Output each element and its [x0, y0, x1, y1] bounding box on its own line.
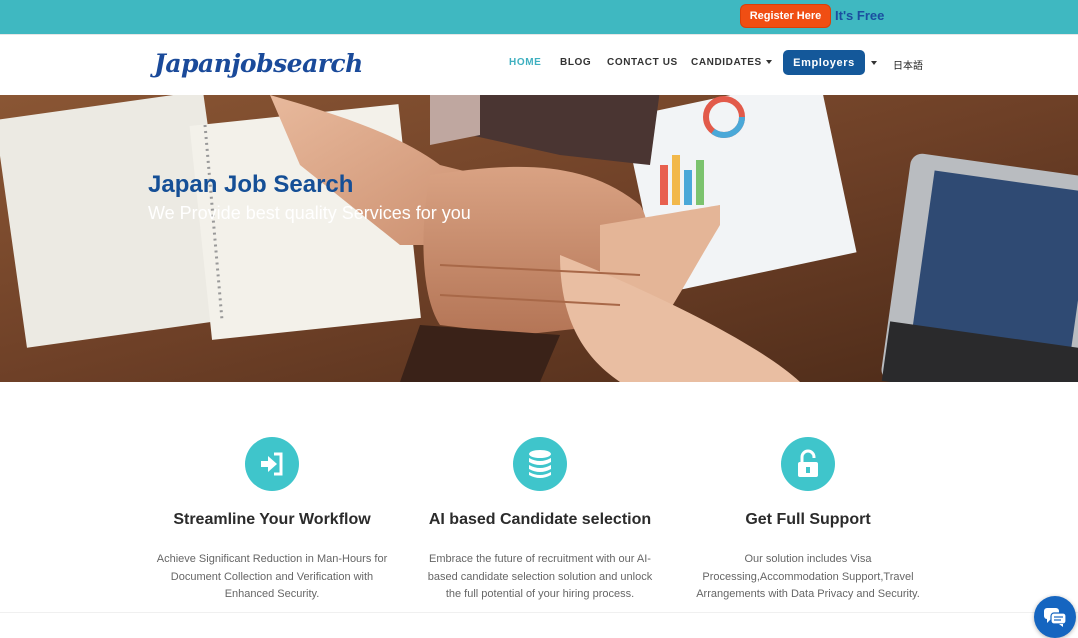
database-icon [513, 437, 567, 491]
feature-title: Get Full Support [745, 511, 871, 528]
site-logo[interactable]: Japanjobsearch [154, 49, 363, 78]
hero-subtitle: We Provide best quality Services for you [148, 203, 471, 223]
chat-icon [1044, 608, 1067, 627]
hero-title: Japan Job Search [148, 171, 354, 198]
feature-support: Get Full Support Our solution includes V… [673, 437, 943, 604]
nav-candidates[interactable]: CANDIDATES [691, 57, 772, 68]
chat-widget-button[interactable] [1034, 596, 1076, 638]
hero-image [0, 95, 1078, 382]
employers-chevron-down-icon[interactable] [871, 61, 877, 65]
employers-button[interactable]: Employers [783, 50, 865, 75]
nav-home[interactable]: HOME [509, 57, 541, 68]
feature-workflow: Streamline Your Workflow Achieve Signifi… [137, 437, 407, 604]
top-bar: Register Here It's Free [0, 0, 1078, 34]
hero-banner: Japan Job Search We Provide best quality… [0, 95, 1078, 382]
nav-blog[interactable]: BLOG [560, 57, 591, 68]
feature-description: Embrace the future of recruitment with o… [427, 553, 653, 600]
main-navbar: Japanjobsearch HOME BLOG CONTACT US CAND… [0, 34, 1078, 95]
section-divider [0, 612, 1078, 613]
feature-description: Our solution includes Visa Processing,Ac… [696, 553, 920, 600]
its-free-link[interactable]: It's Free [835, 8, 884, 23]
nav-candidates-label: CANDIDATES [691, 57, 762, 68]
register-button[interactable]: Register Here [740, 4, 831, 28]
unlock-icon [781, 437, 835, 491]
language-switch[interactable]: 日本語 [893, 57, 923, 72]
feature-title: AI based Candidate selection [428, 511, 652, 528]
chevron-down-icon [765, 60, 772, 65]
feature-ai-selection: AI based Candidate selection Embrace the… [405, 437, 675, 604]
nav-contact-us[interactable]: CONTACT US [607, 57, 678, 68]
feature-description: Achieve Significant Reduction in Man-Hou… [156, 553, 388, 600]
feature-title: Streamline Your Workflow [173, 511, 371, 528]
sign-in-icon [245, 437, 299, 491]
